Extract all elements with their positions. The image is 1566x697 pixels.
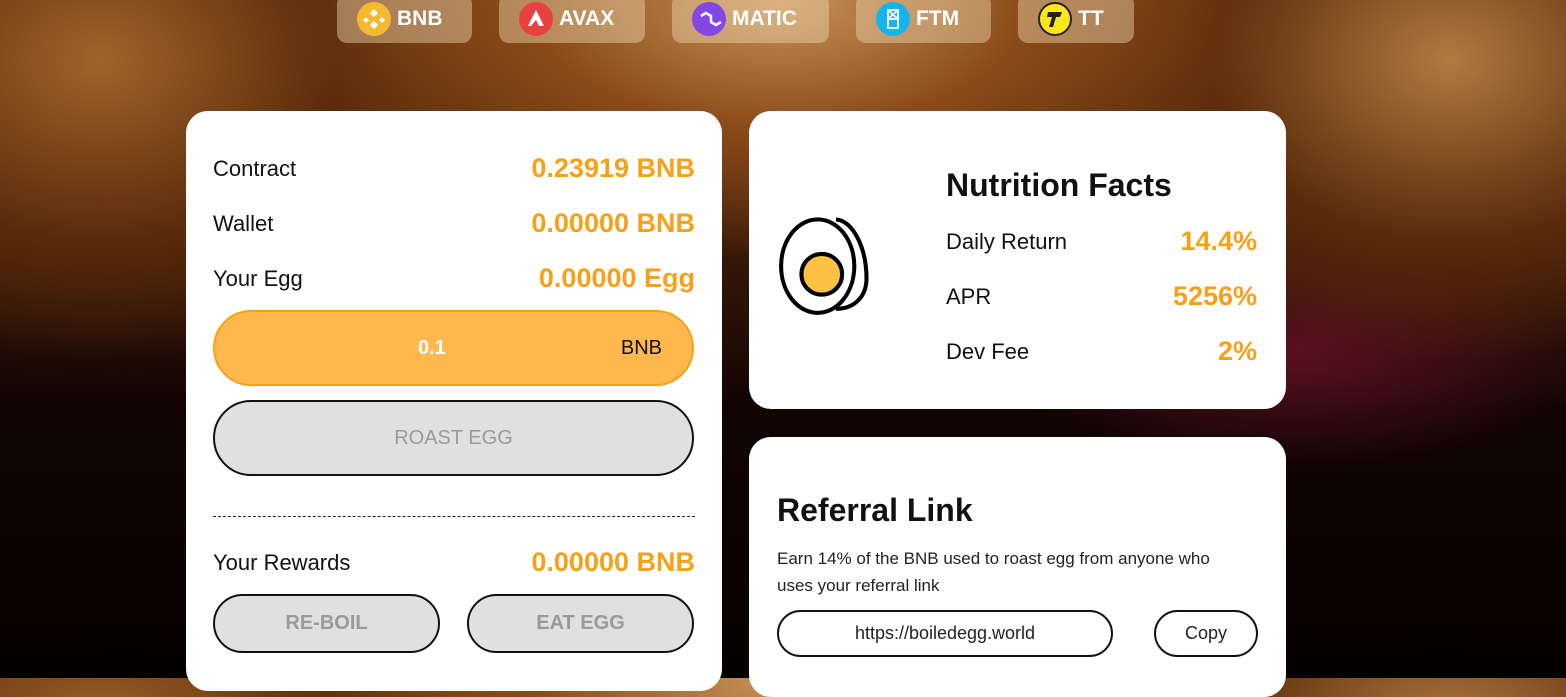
network-label: AVAX — [559, 6, 615, 30]
network-selector: BNB AVAX MATIC FTM TT — [0, 0, 1566, 44]
network-matic-button[interactable]: MATIC — [672, 0, 829, 43]
dev-fee-value: 2% — [1217, 336, 1257, 366]
daily-return-label: Daily Return — [946, 228, 1068, 254]
network-avax-button[interactable]: AVAX — [499, 0, 645, 43]
wallet-value: 0.00000 BNB — [531, 208, 695, 238]
tt-icon — [1038, 1, 1072, 36]
apr-value: 5256% — [1172, 281, 1257, 311]
nutrition-card: Nutrition Facts Daily Return 14.4% APR 525… — [749, 111, 1286, 409]
rewards-label: Your Rewards — [213, 549, 351, 575]
network-ftm-button[interactable]: FTM — [856, 0, 991, 43]
ftm-icon — [876, 1, 910, 36]
network-tt-button[interactable]: TT — [1018, 0, 1134, 43]
daily-return-value: 14.4% — [1180, 226, 1257, 256]
matic-icon — [692, 1, 726, 36]
divider — [213, 516, 695, 517]
egg-value: 0.00000 Egg — [538, 263, 695, 293]
rewards-value: 0.00000 BNB — [531, 547, 695, 577]
egg-label: Your Egg — [213, 265, 303, 291]
bnb-amount-input[interactable]: 0.1 BNB — [213, 310, 694, 386]
nutrition-title: Nutrition Facts — [946, 167, 1172, 203]
bnb-icon — [357, 1, 391, 36]
apr-label: APR — [946, 283, 992, 309]
referral-description: Earn 14% of the BNB used to roast egg fr… — [777, 549, 1210, 595]
contract-label: Contract — [213, 155, 297, 181]
dev-fee-label: Dev Fee — [946, 338, 1030, 364]
wallet-label: Wallet — [213, 210, 274, 236]
amount-unit: BNB — [620, 336, 662, 359]
eat-egg-button[interactable]: EAT EGG — [467, 594, 694, 653]
amount-value: 0.1 — [418, 336, 446, 359]
network-bnb-button[interactable]: BNB — [337, 0, 472, 43]
network-label: TT — [1078, 6, 1104, 30]
referral-title: Referral Link — [777, 492, 973, 528]
referral-card: Referral Link Earn 14% of the BNB used t… — [749, 437, 1286, 697]
roast-egg-button[interactable]: ROAST EGG — [213, 400, 694, 476]
network-label: MATIC — [732, 6, 797, 30]
contract-value: 0.23919 BNB — [531, 153, 695, 183]
copy-button[interactable]: Copy — [1154, 610, 1258, 657]
re-boil-button[interactable]: RE-BOIL — [213, 594, 440, 653]
referral-link-field[interactable]: https://boiledegg.world — [777, 610, 1113, 657]
avax-icon — [519, 1, 553, 36]
network-label: FTM — [916, 6, 960, 30]
boiled-egg-icon — [779, 217, 869, 315]
main-card: Contract 0.23919 BNB Wallet 0.00000 BNB Yo… — [186, 111, 722, 691]
network-label: BNB — [397, 6, 443, 30]
